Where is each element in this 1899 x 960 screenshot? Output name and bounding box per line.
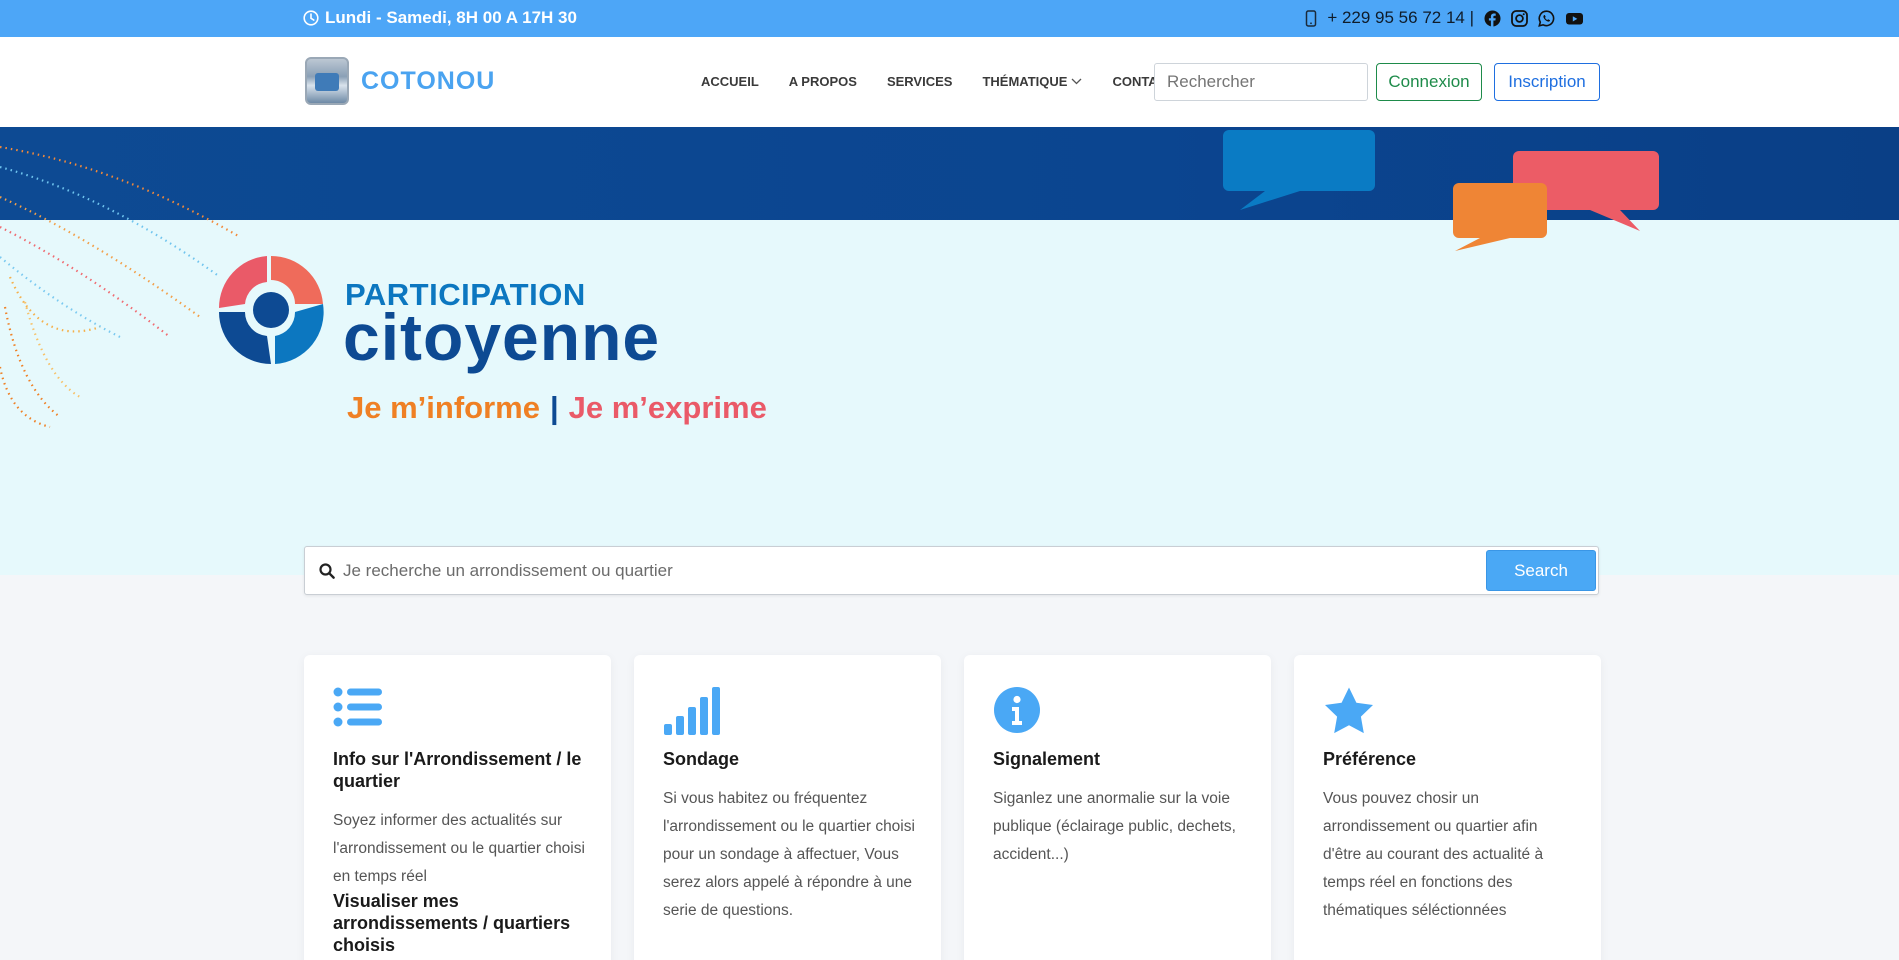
instagram-icon[interactable] xyxy=(1511,9,1528,27)
mobile-phone-icon xyxy=(1305,9,1317,27)
register-button[interactable]: Inscription xyxy=(1494,63,1600,101)
nav-thematique[interactable]: THÉMATIQUE xyxy=(982,74,1082,89)
card-subtitle-link[interactable]: Visualiser mes arrondissements / quartie… xyxy=(333,890,573,956)
opening-hours: Lundi - Samedi, 8H 00 A 17H 30 xyxy=(303,8,577,28)
nav-services[interactable]: SERVICES xyxy=(887,74,953,89)
list-icon xyxy=(333,686,383,733)
clock-icon xyxy=(303,10,319,26)
hours-text: Lundi - Samedi, 8H 00 A 17H 30 xyxy=(325,8,577,27)
top-info-bar: Lundi - Samedi, 8H 00 A 17H 30 + 229 95 … xyxy=(0,0,1899,37)
card-text: Si vous habitez ou fréquentez l'arrondis… xyxy=(663,790,915,919)
district-search-bar[interactable]: Je recherche un arrondissement ou quarti… xyxy=(304,546,1599,595)
card-title: Signalement xyxy=(993,749,1101,769)
tagline-separator: | xyxy=(549,390,559,425)
card-info-arrondissement[interactable]: Info sur l'Arrondissement / le quartier … xyxy=(304,655,611,960)
navbar-search-input[interactable] xyxy=(1154,63,1368,101)
facebook-icon[interactable] xyxy=(1484,10,1501,27)
card-title: Sondage xyxy=(663,749,740,769)
nav-accueil[interactable]: ACCUEIL xyxy=(701,74,759,89)
cotonou-logo xyxy=(305,57,349,105)
chevron-down-icon xyxy=(1071,78,1082,85)
nav-links: ACCUEIL A PROPOS SERVICES THÉMATIQUE CON… xyxy=(701,74,1175,89)
participation-logo-icon xyxy=(218,255,324,364)
card-signalement[interactable]: Signalement Siganlez une anormalie sur l… xyxy=(964,655,1271,960)
tagline-inform: Je m’informe xyxy=(347,390,540,425)
hero-tagline: Je m’informe | Je m’exprime xyxy=(347,390,767,426)
card-title: Préférence xyxy=(1323,749,1417,769)
signal-bars-icon xyxy=(663,686,721,741)
card-text: Soyez informer des actualités sur l'arro… xyxy=(333,812,585,885)
brand-name: COTONOU xyxy=(361,66,496,95)
brand[interactable]: COTONOU xyxy=(305,57,495,105)
whatsapp-icon[interactable] xyxy=(1538,9,1555,27)
card-preference[interactable]: Préférence Vous pouvez chosir un arrondi… xyxy=(1294,655,1601,960)
card-text: Siganlez une anormalie sur la voie publi… xyxy=(993,790,1236,863)
nav-a-propos[interactable]: A PROPOS xyxy=(789,74,857,89)
contact-info: + 229 95 56 72 14 | xyxy=(1305,8,1584,28)
phone-number: + 229 95 56 72 14 | xyxy=(1327,8,1474,27)
card-text: Vous pouvez chosir un arrondissement ou … xyxy=(1323,790,1544,919)
nav-thematique-label: THÉMATIQUE xyxy=(982,74,1068,89)
card-title: Info sur l'Arrondissement / le quartier xyxy=(333,749,582,791)
card-sondage[interactable]: Sondage Si vous habitez ou fréquentez l'… xyxy=(634,655,941,960)
login-button[interactable]: Connexion xyxy=(1376,63,1482,101)
main-navbar: COTONOU ACCUEIL A PROPOS SERVICES THÉMAT… xyxy=(0,37,1899,127)
star-icon xyxy=(1323,686,1375,741)
info-circle-icon xyxy=(993,686,1041,739)
district-search-input[interactable]: Je recherche un arrondissement ou quarti… xyxy=(343,561,673,581)
hero-banner: PARTICIPATION citoyenne Je m’informe | J… xyxy=(0,127,1899,575)
hero-title-big: citoyenne xyxy=(343,300,661,374)
tagline-express: Je m’exprime xyxy=(568,390,767,425)
search-icon xyxy=(319,563,335,584)
youtube-icon[interactable] xyxy=(1565,11,1584,26)
search-button[interactable]: Search xyxy=(1486,550,1596,591)
